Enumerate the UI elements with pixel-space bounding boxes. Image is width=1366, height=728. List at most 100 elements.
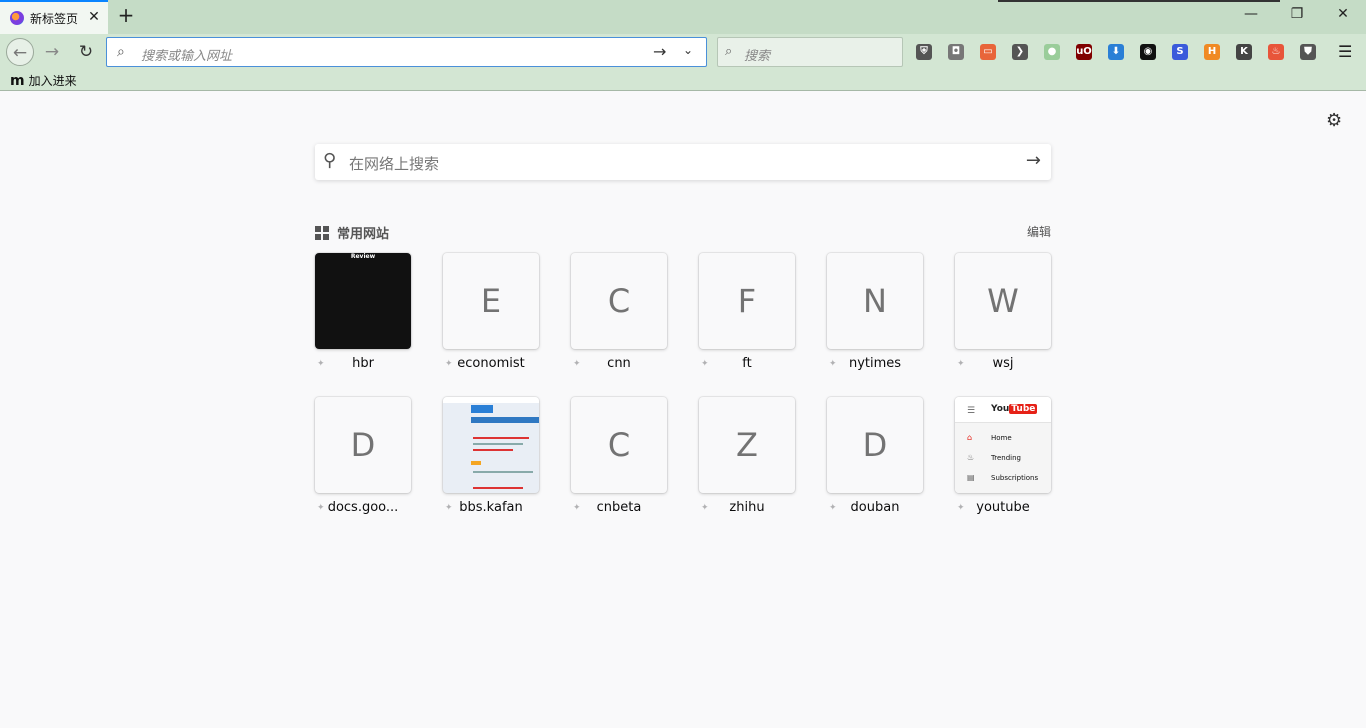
top-site-tile[interactable]: C <box>571 397 667 493</box>
title-bar: 新标签页 ✕ + — ❐ ✕ <box>0 0 1366 34</box>
top-sites-title: 常用网站 <box>337 227 390 242</box>
hamburger-menu-icon[interactable]: ☰ <box>1338 42 1352 61</box>
download-icon[interactable]: ⬇ <box>1108 44 1124 60</box>
shield-icon[interactable]: ⛊ <box>1300 44 1316 60</box>
search-icon: ⌕ <box>725 44 733 59</box>
tile-label[interactable]: youtube <box>955 500 1051 515</box>
tile-letter: W <box>987 282 1019 320</box>
ublock-icon[interactable]: uO <box>1076 44 1092 60</box>
top-site-tile[interactable]: Review <box>315 253 411 349</box>
top-site-tile[interactable]: W <box>955 253 1051 349</box>
search-icon: ⚲ <box>323 150 337 171</box>
restore-button[interactable]: ❐ <box>1286 6 1308 28</box>
youtube-item-icon: ♨ <box>967 453 975 462</box>
tile-label[interactable]: ft <box>699 356 795 371</box>
tampermonkey-icon[interactable]: ◉ <box>1140 44 1156 60</box>
top-site-tile[interactable]: N <box>827 253 923 349</box>
grid-icon <box>315 225 329 240</box>
tile-label[interactable]: cnbeta <box>571 500 667 515</box>
tile-label[interactable]: douban <box>827 500 923 515</box>
firefox-icon <box>10 11 24 25</box>
title-strip <box>998 0 1280 2</box>
pocket-icon[interactable]: ❯ <box>1012 44 1028 60</box>
tab-close-icon[interactable]: ✕ <box>86 9 102 25</box>
edit-button[interactable]: 编辑 <box>1027 223 1051 240</box>
kafan-thumbnail-part <box>473 487 523 489</box>
kafan-thumbnail-part <box>471 417 539 423</box>
youtube-item-icon: ⌂ <box>967 433 973 442</box>
close-window-button[interactable]: ✕ <box>1332 6 1354 28</box>
chevron-down-icon[interactable]: ⌄ <box>683 43 693 57</box>
go-arrow-icon[interactable]: → <box>653 42 666 61</box>
youtube-thumb-item: ▤ Subscriptions <box>967 473 1038 482</box>
kafan-thumbnail-part <box>473 437 529 439</box>
stylus-icon[interactable]: S <box>1172 44 1188 60</box>
hackbar-icon[interactable]: H <box>1204 44 1220 60</box>
tile-label[interactable]: bbs.kafan <box>443 500 539 515</box>
m-logo-icon: m <box>10 72 25 89</box>
youtube-thumb-item: ⌂ Home <box>967 433 1012 442</box>
top-site-tile[interactable]: C <box>571 253 667 349</box>
green-dot-icon[interactable]: ● <box>1044 44 1060 60</box>
search-bar[interactable]: ⌕ 搜索 <box>717 37 903 67</box>
top-site-tile[interactable]: D <box>827 397 923 493</box>
tile-letter: D <box>862 426 888 464</box>
youtube-item-label: Home <box>991 433 1012 442</box>
kafan-thumbnail-part <box>471 461 481 465</box>
youtube-logo: You Tube <box>991 404 1038 414</box>
reload-button[interactable]: ↻ <box>72 38 100 66</box>
youtube-thumb-header: ☰ You Tube <box>955 397 1051 423</box>
bookmarks-bar: m 加入进来 <box>0 70 1366 91</box>
top-site-tile[interactable]: D <box>315 397 411 493</box>
search-icon: ⌕ <box>117 44 125 60</box>
tile-label[interactable]: wsj <box>955 356 1051 371</box>
youtube-thumb-item: ♨ Trending <box>967 453 1021 462</box>
url-bar[interactable]: ⌕ 搜索或输入网址 → ⌄ <box>106 37 707 67</box>
tile-label[interactable]: docs.goo... <box>315 500 411 515</box>
tile-letter: C <box>607 282 631 320</box>
nav-bar: ← → ↻ ⌕ 搜索或输入网址 → ⌄ ⌕ 搜索 ⛨ ◘ ▭ ❯ ● uO ⬇ ◉ S H K ♨ ⛊ … <box>0 34 1366 70</box>
k-icon[interactable]: K <box>1236 44 1252 60</box>
hbr-thumbnail-text: Review <box>350 253 376 260</box>
flame-icon[interactable]: ♨ <box>1268 44 1284 60</box>
youtube-item-label: Trending <box>991 453 1021 462</box>
top-site-tile[interactable]: E <box>443 253 539 349</box>
tile-label[interactable]: hbr <box>315 356 411 371</box>
top-site-tile[interactable]: ☰ You Tube ⌂ Home ♨ Trending ▤ Subscriptions <box>955 397 1051 493</box>
back-button[interactable]: ← <box>6 38 34 66</box>
top-site-tile[interactable]: F <box>699 253 795 349</box>
bookmark-item[interactable]: m 加入进来 <box>10 72 77 89</box>
top-site-tile[interactable] <box>443 397 539 493</box>
url-placeholder: 搜索或输入网址 <box>141 49 233 64</box>
bookmark-label: 加入进来 <box>28 74 77 88</box>
top-sites-header: 常用网站 <box>315 223 389 242</box>
tile-label[interactable]: cnn <box>571 356 667 371</box>
tab-title: 新标签页 <box>30 11 79 26</box>
new-tab-button[interactable]: + <box>116 4 136 28</box>
search-go-icon[interactable]: → <box>1026 150 1041 171</box>
minimize-button[interactable]: — <box>1240 6 1262 28</box>
tab-new-tab[interactable]: 新标签页 ✕ <box>0 0 108 34</box>
forward-button[interactable]: → <box>38 38 66 66</box>
tile-label[interactable]: zhihu <box>699 500 795 515</box>
youtube-item-label: Subscriptions <box>991 473 1039 482</box>
search-placeholder: 搜索 <box>744 49 771 64</box>
kafan-thumbnail-part <box>473 443 523 445</box>
kafan-thumbnail-part <box>473 449 513 451</box>
web-search-box[interactable]: ⚲ 在网络上搜索 → <box>315 144 1051 180</box>
tile-label[interactable]: nytimes <box>827 356 923 371</box>
tile-letter: D <box>350 426 376 464</box>
kafan-thumbnail-part <box>471 405 493 413</box>
top-site-tile[interactable]: Z <box>699 397 795 493</box>
hamburger-icon: ☰ <box>967 406 976 416</box>
web-search-placeholder: 在网络上搜索 <box>349 155 440 173</box>
bitwarden-icon[interactable]: ⛨ <box>916 44 932 60</box>
tile-label[interactable]: economist <box>443 356 539 371</box>
kafan-thumbnail-part <box>443 397 539 403</box>
tile-letter: Z <box>736 426 758 464</box>
ghostery-icon[interactable]: ◘ <box>948 44 964 60</box>
gear-icon[interactable]: ⚙ <box>1326 110 1342 131</box>
reader-icon[interactable]: ▭ <box>980 44 996 60</box>
tile-letter: E <box>480 282 502 320</box>
tile-letter: C <box>607 426 631 464</box>
